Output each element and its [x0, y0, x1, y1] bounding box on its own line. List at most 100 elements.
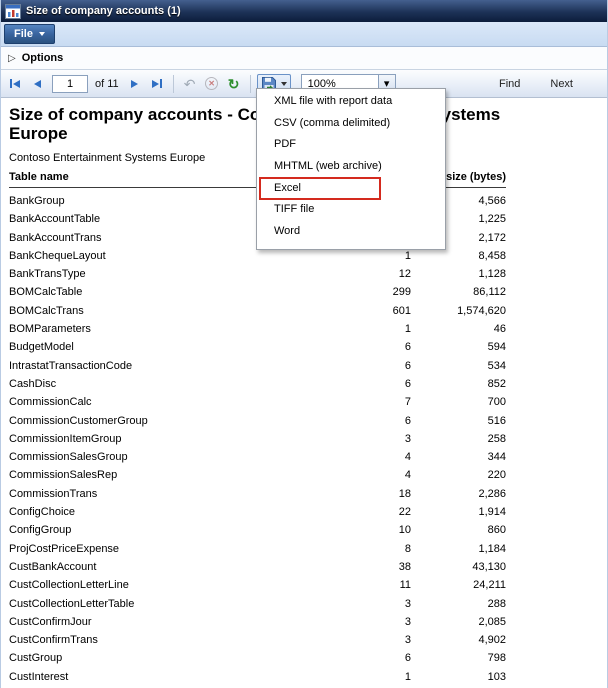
- table-name-cell: CommissionCustomerGroup: [9, 412, 259, 430]
- export-menu-list: XML file with report dataCSV (comma deli…: [257, 91, 445, 243]
- find-button[interactable]: Find: [493, 76, 526, 92]
- export-menu-item[interactable]: PDF: [257, 134, 445, 156]
- table-row: CommissionSalesRep4220: [9, 466, 506, 484]
- options-bar[interactable]: ▷ Options: [1, 47, 607, 70]
- size-cell: 258: [411, 430, 506, 448]
- table-name-cell: CustCollectionLetterTable: [9, 595, 259, 613]
- toolbar-separator: [173, 75, 174, 93]
- export-menu-item[interactable]: MHTML (web archive): [257, 156, 445, 178]
- stop-button[interactable]: ✕: [202, 74, 222, 94]
- records-cell: 6: [259, 357, 411, 375]
- refresh-icon: ↻: [228, 77, 240, 91]
- size-cell: 1,574,620: [411, 302, 506, 320]
- table-name-cell: CustConfirmJour: [9, 613, 259, 631]
- table-row: ProjCostPriceExpense81,184: [9, 540, 506, 558]
- size-cell: 86,112: [411, 283, 506, 301]
- records-cell: 18: [259, 485, 411, 503]
- export-menu-item[interactable]: Excel: [257, 178, 445, 200]
- table-name-cell: BOMParameters: [9, 320, 259, 338]
- table-name-cell: IntrastatTransactionCode: [9, 357, 259, 375]
- export-dropdown-menu: XML file with report dataCSV (comma deli…: [256, 88, 446, 250]
- table-row: CustInterest1103: [9, 668, 506, 686]
- table-row: CustGroup6798: [9, 649, 506, 667]
- back-button[interactable]: ↶: [180, 74, 200, 94]
- last-page-icon: [160, 79, 162, 88]
- report-table-rows: BankGroup4,566BankAccountTable1,225BankA…: [9, 192, 607, 686]
- records-cell: 7: [259, 393, 411, 411]
- export-menu-item[interactable]: Word: [257, 221, 445, 243]
- size-cell: 1,128: [411, 265, 506, 283]
- records-cell: 1: [259, 668, 411, 686]
- find-next-button[interactable]: Next: [544, 76, 579, 92]
- size-cell: 700: [411, 393, 506, 411]
- size-cell: 2,085: [411, 613, 506, 631]
- title-bar: Size of company accounts (1): [1, 0, 607, 22]
- table-row: BudgetModel6594: [9, 338, 506, 356]
- page-count-label: of 11: [95, 78, 119, 90]
- table-name-cell: CustBankAccount: [9, 558, 259, 576]
- refresh-button[interactable]: ↻: [224, 74, 244, 94]
- stop-icon: ✕: [205, 77, 218, 90]
- menu-bar: File: [1, 22, 607, 47]
- chevron-down-icon: [39, 32, 45, 36]
- previous-page-button[interactable]: [27, 74, 47, 94]
- table-name-cell: BankTransType: [9, 265, 259, 283]
- export-menu-item[interactable]: TIFF file: [257, 199, 445, 221]
- records-cell: 6: [259, 338, 411, 356]
- table-row: CustCollectionLetterLine1124,211: [9, 576, 506, 594]
- size-cell: 288: [411, 595, 506, 613]
- report-viewer-window: Size of company accounts (1) File ▷ Opti…: [0, 0, 608, 688]
- file-menu-button[interactable]: File: [4, 24, 55, 44]
- size-cell: 534: [411, 357, 506, 375]
- first-page-button[interactable]: [5, 74, 25, 94]
- table-name-cell: BankChequeLayout: [9, 247, 259, 265]
- table-row: CommissionItemGroup3258: [9, 430, 506, 448]
- table-name-cell: BankAccountTrans: [9, 229, 259, 247]
- table-row: CustConfirmJour32,085: [9, 613, 506, 631]
- size-cell: 1,184: [411, 540, 506, 558]
- previous-page-icon: [34, 80, 41, 88]
- size-cell: 4,902: [411, 631, 506, 649]
- page-number-input[interactable]: [52, 75, 88, 93]
- table-name-cell: ConfigGroup: [9, 521, 259, 539]
- records-cell: 11: [259, 576, 411, 594]
- table-name-cell: BankAccountTable: [9, 210, 259, 228]
- size-cell: 46: [411, 320, 506, 338]
- export-menu-item[interactable]: CSV (comma delimited): [257, 113, 445, 135]
- window-title: Size of company accounts (1): [26, 5, 181, 17]
- records-cell: 4: [259, 466, 411, 484]
- table-row: CustBankAccount3843,130: [9, 558, 506, 576]
- back-icon: ↶: [184, 77, 196, 91]
- table-name-cell: CommissionTrans: [9, 485, 259, 503]
- records-cell: 6: [259, 649, 411, 667]
- table-name-cell: BankGroup: [9, 192, 259, 210]
- records-cell: 10: [259, 521, 411, 539]
- last-page-button[interactable]: [147, 74, 167, 94]
- next-page-button[interactable]: [125, 74, 145, 94]
- table-name-cell: CashDisc: [9, 375, 259, 393]
- table-row: CustCollectionLetterTable3288: [9, 595, 506, 613]
- table-name-cell: ConfigChoice: [9, 503, 259, 521]
- size-cell: 344: [411, 448, 506, 466]
- records-cell: 12: [259, 265, 411, 283]
- table-row: BankTransType121,128: [9, 265, 506, 283]
- chevron-down-icon: [281, 82, 287, 86]
- table-row: CommissionTrans182,286: [9, 485, 506, 503]
- size-cell: 798: [411, 649, 506, 667]
- records-cell: 38: [259, 558, 411, 576]
- table-name-cell: CustGroup: [9, 649, 259, 667]
- table-row: CustConfirmTrans34,902: [9, 631, 506, 649]
- first-page-icon: [10, 79, 12, 88]
- size-cell: 103: [411, 668, 506, 686]
- records-cell: 1: [259, 320, 411, 338]
- table-name-cell: CommissionItemGroup: [9, 430, 259, 448]
- size-cell: 24,211: [411, 576, 506, 594]
- size-cell: 43,130: [411, 558, 506, 576]
- table-name-cell: ProjCostPriceExpense: [9, 540, 259, 558]
- table-name-cell: CommissionSalesRep: [9, 466, 259, 484]
- table-row: CommissionCalc7700: [9, 393, 506, 411]
- table-row: CommissionSalesGroup4344: [9, 448, 506, 466]
- table-name-cell: BOMCalcTable: [9, 283, 259, 301]
- export-menu-item[interactable]: XML file with report data: [257, 91, 445, 113]
- toolbar-separator: [250, 75, 251, 93]
